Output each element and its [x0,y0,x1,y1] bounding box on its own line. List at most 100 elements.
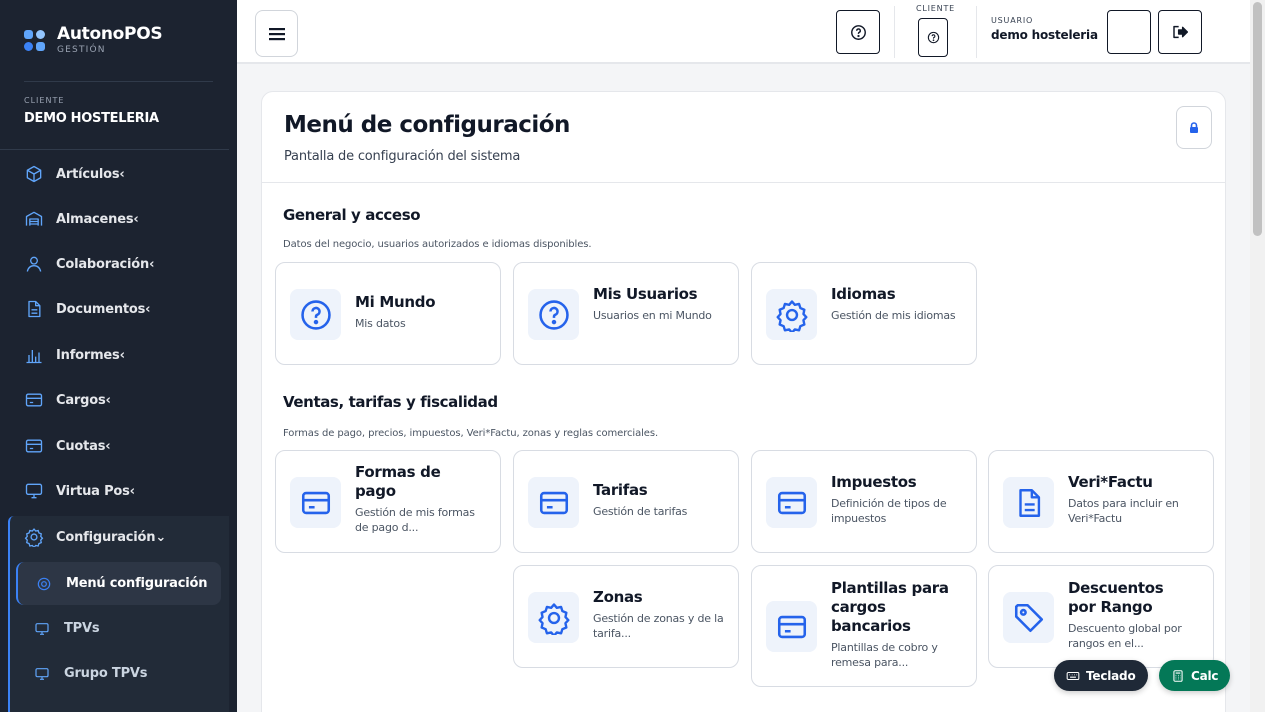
document-icon [1018,488,1040,517]
sidebar-item-label: Informes‹ [56,347,125,363]
tile-description: Datos para incluir en Veri*Factu [1068,497,1179,525]
client-help-button[interactable] [918,18,948,57]
tile-description: Gestión de zonas y de la tarifa... [593,612,724,640]
tile-mis-usuarios[interactable]: Mis Usuarios Usuarios en mi Mundo [513,262,739,365]
warehouse-icon [25,211,43,226]
monitor-icon [35,622,49,635]
sidebar-divider [24,81,213,82]
sidebar-item-informes[interactable]: Informes‹ [24,344,125,366]
tile-title: Idiomas [831,285,896,303]
page-scrollbar[interactable] [1250,0,1265,712]
sidebar-item-articulos[interactable]: Artículos‹ [24,163,125,185]
tile-title: Formas de pago [355,463,441,500]
sidebar-item-cargos[interactable]: Cargos‹ [24,389,111,411]
gear-icon [775,299,808,332]
bar-chart-icon [26,350,42,364]
section-description: Formas de pago, precios, impuestos, Veri… [283,428,659,439]
question-circle-icon [927,31,939,44]
lock-button[interactable] [1176,106,1212,149]
brand-name: AutonoPOS [57,24,163,44]
gear-icon [37,577,51,590]
tile-description: Gestión de mis idiomas [831,309,956,322]
help-button[interactable] [836,10,880,54]
tile-icon-wrap [1003,592,1054,643]
client-block: CLIENTE DEMO HOSTELERIA [24,96,159,126]
lock-icon [1190,122,1198,133]
question-circle-icon [300,299,331,330]
sidebar-item-label: Colaboración‹ [56,256,155,272]
card-icon [539,491,568,514]
submenu-item-grupo-tpvs[interactable]: Grupo TPVs [16,652,221,695]
sidebar-item-virtua-pos[interactable]: Virtua Pos‹ [24,480,135,502]
brand-logo-icon [24,29,45,51]
tile-idiomas[interactable]: Idiomas Gestión de mis idiomas [751,262,977,365]
tile-icon-wrap [290,289,341,340]
tag-icon [1014,603,1043,632]
submenu-item-tpvs[interactable]: TPVs [16,607,221,650]
menu-toggle-button[interactable] [255,10,298,57]
logout-icon [1173,25,1188,39]
question-circle-icon [850,24,866,40]
sidebar: AutonoPOS GESTIÓN CLIENTE DEMO HOSTELERI… [0,0,237,712]
card-icon [777,615,806,638]
user-action-button[interactable] [1107,10,1151,54]
scrollbar-thumb[interactable] [1253,2,1262,236]
card-icon [777,491,806,514]
calc-button-label: Calc [1191,668,1219,683]
sidebar-item-colaboracion[interactable]: Colaboración‹ [24,253,154,275]
brand[interactable]: AutonoPOS GESTIÓN [24,24,163,56]
section-description: Datos del negocio, usuarios autorizados … [283,239,592,250]
client-name: DEMO HOSTELERIA [24,111,159,126]
tile-verifactu[interactable]: Veri*Factu Datos para incluir en Veri*Fa… [988,450,1214,553]
sidebar-divider [0,149,229,150]
tile-title: Mi Mundo [355,293,436,311]
tile-description: Plantillas de cobro y remesa para... [831,641,938,669]
topbar-client: CLIENTE [916,4,955,13]
tile-title: Impuestos [831,473,917,491]
tile-title: Mis Usuarios [593,285,698,303]
tile-impuestos[interactable]: Impuestos Definición de tipos de impuest… [751,450,977,553]
topbar-client-label: CLIENTE [916,4,955,13]
sidebar-item-documentos[interactable]: Documentos‹ [24,298,151,320]
tile-icon-wrap [290,477,341,528]
monitor-icon [35,667,49,680]
submenu-item-label: TPVs [64,621,100,636]
brand-subtitle: GESTIÓN [57,45,106,55]
tile-title: Descuentos por Rango [1068,579,1164,616]
tile-plantillas-cargos[interactable]: Plantillas para cargos bancarios Plantil… [751,565,977,687]
gear-icon [537,602,570,635]
tile-mi-mundo[interactable]: Mi Mundo Mis datos [275,262,501,365]
submenu-item-menu-configuracion[interactable]: Menú configuración [16,562,221,605]
page-subtitle: Pantalla de configuración del sistema [284,149,521,164]
tile-icon-wrap [766,477,817,528]
tile-tarifas[interactable]: Tarifas Gestión de tarifas [513,450,739,553]
sidebar-item-configuracion[interactable]: Configuración⌄ [24,526,166,548]
tile-formas-de-pago[interactable]: Formas de pago Gestión de mis formas de … [275,450,501,553]
tile-descuentos-rango[interactable]: Descuentos por Rango Descuento global po… [988,565,1214,668]
logout-button[interactable] [1158,10,1202,54]
tile-icon-wrap [528,592,579,643]
sidebar-item-label: Virtua Pos‹ [56,483,135,499]
question-circle-icon [538,299,569,330]
sidebar-item-cuotas[interactable]: Cuotas‹ [24,435,111,457]
cube-icon [26,165,42,183]
tile-icon-wrap [1003,477,1054,528]
section-title: General y acceso [283,206,421,224]
calc-button[interactable]: Calc [1159,660,1231,691]
keyboard-button[interactable]: Teclado [1054,660,1148,691]
section-title: Ventas, tarifas y fiscalidad [283,393,498,411]
card-icon [301,491,330,514]
document-icon [28,300,41,318]
tile-description: Usuarios en mi Mundo [593,309,712,322]
topbar: CLIENTE USUARIO demo hosteleria [237,0,1250,64]
tile-description: Gestión de tarifas [593,505,688,518]
monitor-icon [25,483,43,499]
sidebar-item-almacenes[interactable]: Almacenes‹ [24,208,139,230]
tile-title: Tarifas [593,481,648,499]
tile-description: Descuento global por rangos en el... [1068,622,1182,650]
user-name: demo hosteleria [991,28,1098,42]
calculator-icon [1173,669,1183,682]
tile-zonas[interactable]: Zonas Gestión de zonas y de la tarifa... [513,565,739,668]
tile-title: Zonas [593,588,643,606]
page-title: Menú de configuración [284,112,570,138]
